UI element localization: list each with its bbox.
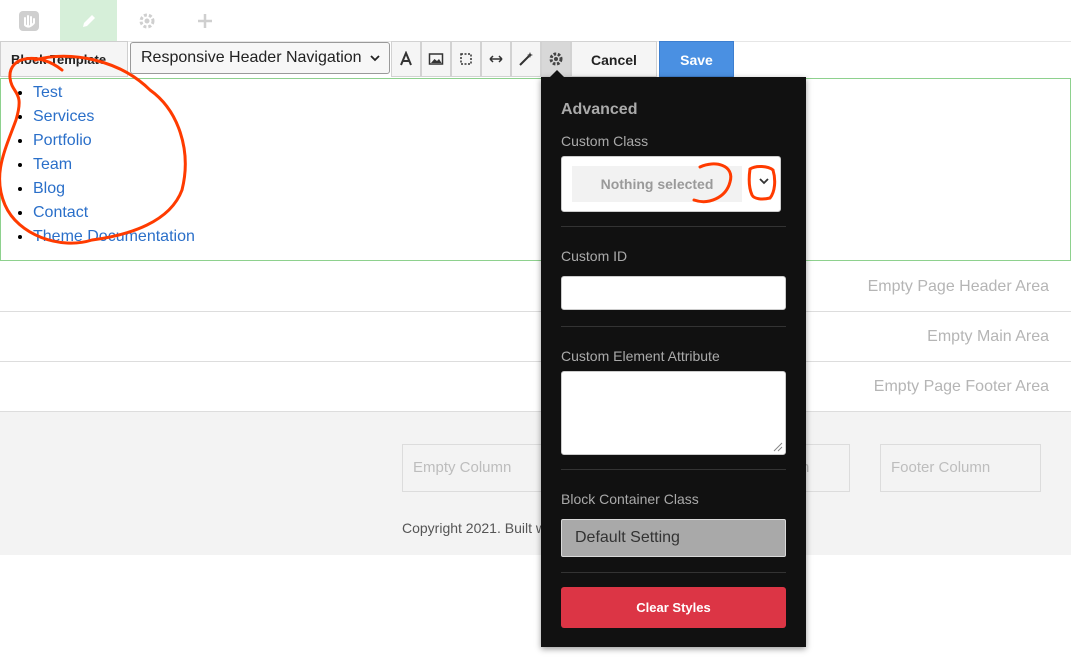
list-item: Services	[33, 105, 195, 129]
area-label: Empty Page Header Area	[867, 278, 1049, 295]
block-edit-toolbar: Block Template Responsive Header Navigat…	[0, 41, 734, 78]
chevron-down-icon[interactable]	[758, 175, 770, 187]
add-block-button[interactable]	[176, 0, 233, 41]
panel-title: Advanced	[561, 101, 638, 118]
chevron-down-icon	[370, 55, 380, 62]
font-icon	[400, 51, 412, 66]
concrete-hand-logo-icon	[18, 10, 39, 31]
text-style-tool[interactable]	[391, 41, 421, 77]
area-label: Empty Main Area	[927, 328, 1049, 345]
width-icon	[489, 55, 503, 63]
list-item: Team	[33, 153, 195, 177]
list-item: Portfolio	[33, 129, 195, 153]
custom-id-label: Custom ID	[561, 248, 628, 264]
custom-attribute-textarea[interactable]	[561, 371, 786, 455]
border-tool[interactable]	[451, 41, 481, 77]
custom-class-select[interactable]: Nothing selected	[561, 156, 781, 212]
footer-column-3[interactable]: Footer Column	[880, 444, 1041, 492]
effects-tool[interactable]	[511, 41, 541, 77]
cancel-button[interactable]: Cancel	[571, 41, 657, 77]
plus-icon	[197, 13, 212, 28]
nav-link-blog[interactable]: Blog	[33, 180, 65, 197]
gear-icon	[549, 52, 563, 66]
container-class-select[interactable]: Default Setting	[561, 519, 786, 557]
footer-column-1[interactable]: Empty Column	[402, 444, 552, 492]
panel-caret	[550, 70, 564, 77]
image-icon	[428, 53, 444, 65]
gear-icon	[139, 13, 154, 28]
top-toolbar	[0, 0, 1071, 42]
list-item: Contact	[33, 201, 195, 225]
list-item: Theme Documentation	[33, 225, 195, 249]
nav-link-services[interactable]: Services	[33, 108, 94, 125]
save-button[interactable]: Save	[659, 41, 734, 77]
border-icon	[460, 53, 472, 65]
template-select[interactable]: Responsive Header Navigation	[130, 42, 390, 74]
custom-id-input[interactable]	[561, 276, 786, 310]
divider	[561, 572, 786, 573]
width-tool[interactable]	[481, 41, 511, 77]
area-label: Empty Page Footer Area	[873, 378, 1049, 395]
nav-list: Test Services Portfolio Team Blog Contac…	[1, 81, 195, 249]
custom-class-label: Custom Class	[561, 133, 649, 149]
magic-wand-icon	[519, 52, 533, 66]
divider	[561, 326, 786, 327]
page-footer-area[interactable]: Empty Page Footer Area	[0, 362, 1071, 412]
concrete-logo-button[interactable]	[0, 0, 57, 41]
list-item: Blog	[33, 177, 195, 201]
pencil-icon	[82, 14, 95, 27]
nav-link-test[interactable]: Test	[33, 84, 62, 101]
page-settings-button[interactable]	[118, 0, 175, 41]
container-class-label: Block Container Class	[561, 491, 699, 507]
divider	[561, 469, 786, 470]
clear-styles-button[interactable]: Clear Styles	[561, 587, 786, 628]
nav-link-portfolio[interactable]: Portfolio	[33, 132, 92, 149]
advanced-settings-panel: Advanced Custom Class Nothing selected C…	[541, 70, 806, 647]
custom-class-value[interactable]: Nothing selected	[572, 166, 742, 202]
nav-link-theme-documentation[interactable]: Theme Documentation	[33, 228, 195, 245]
main-area[interactable]: Empty Main Area	[0, 312, 1071, 362]
edit-mode-button[interactable]	[60, 0, 117, 41]
copyright-text: Copyright 2021. Built with	[402, 520, 561, 536]
template-select-value: Responsive Header Navigation	[141, 49, 362, 66]
divider	[561, 226, 786, 227]
nav-link-contact[interactable]: Contact	[33, 204, 88, 221]
site-footer: Empty Column Empty Column Footer Column …	[0, 412, 1071, 555]
background-tool[interactable]	[421, 41, 451, 77]
nav-link-team[interactable]: Team	[33, 156, 72, 173]
custom-attribute-label: Custom Element Attribute	[561, 348, 720, 364]
navigation-block: Test Services Portfolio Team Blog Contac…	[0, 78, 1071, 261]
block-template-label: Block Template	[0, 41, 128, 77]
resize-handle-icon[interactable]	[771, 440, 783, 452]
page-header-area[interactable]: Empty Page Header Area	[0, 262, 1071, 312]
list-item: Test	[33, 81, 195, 105]
